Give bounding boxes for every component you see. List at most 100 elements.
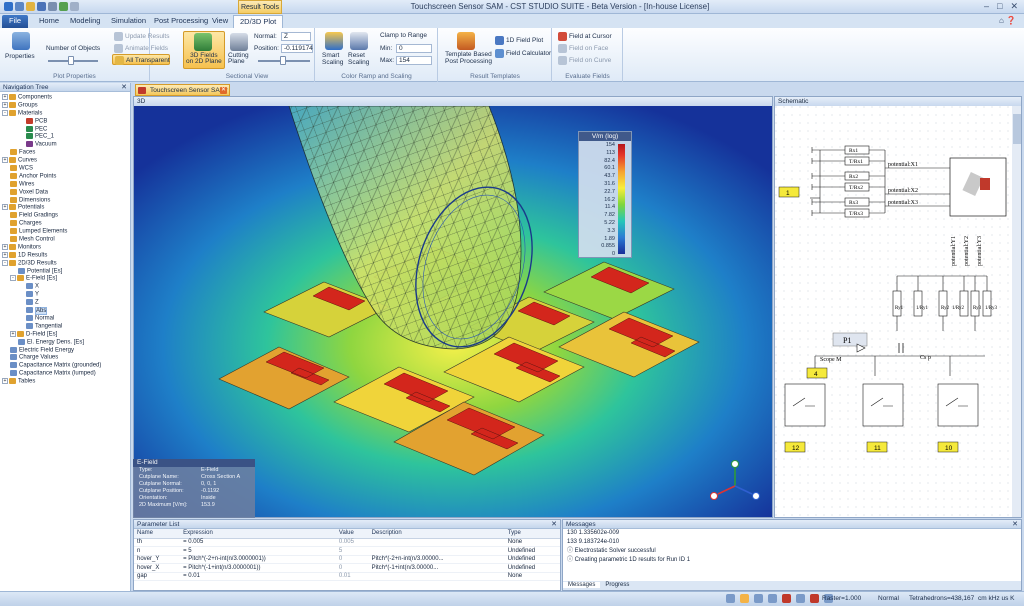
expand-icon[interactable]: + — [10, 330, 16, 337]
tab-messages[interactable]: Messages — [563, 582, 601, 588]
tree-item[interactable]: + Tables — [0, 378, 130, 386]
collapse-icon[interactable]: - — [2, 259, 8, 266]
minimize-icon[interactable]: – — [984, 1, 989, 12]
table-cell[interactable]: hover_X — [134, 563, 181, 573]
template-pp-icon[interactable] — [457, 32, 475, 50]
tree-item[interactable]: Wires — [0, 180, 130, 189]
schematic-view[interactable]: Schematic Rx1 T/Rx1 Rx2 T/Rx2 Rx3 T/Rx3 poten… — [774, 96, 1022, 518]
tree-item[interactable]: WCS — [0, 165, 130, 173]
restore-icon[interactable]: □ — [997, 1, 1002, 12]
tree-item[interactable]: Z — [0, 299, 130, 307]
tree-item[interactable]: Vacuum — [0, 141, 130, 149]
resistor-symbol[interactable] — [959, 290, 969, 317]
field-cursor-button[interactable]: Field at Cursor — [558, 32, 612, 41]
expand-icon[interactable]: + — [2, 94, 8, 100]
resistor-symbol[interactable] — [970, 290, 980, 317]
quick-access-toolbar[interactable] — [4, 2, 79, 11]
expand-icon[interactable]: + — [2, 251, 8, 258]
close-icon[interactable]: ✕ — [551, 520, 557, 529]
3d-view[interactable]: 3D — [133, 96, 773, 518]
tab-view[interactable]: View — [206, 15, 234, 28]
resistor-symbol[interactable] — [892, 290, 902, 317]
rotate-icon[interactable] — [754, 594, 763, 603]
schematic-canvas[interactable]: Rx1 T/Rx1 Rx2 T/Rx2 Rx3 T/Rx3 potential:X1 pot… — [775, 106, 1022, 518]
resistor-symbol[interactable] — [938, 290, 948, 317]
objects-slider[interactable] — [48, 56, 98, 65]
table-cell[interactable]: Pitch*(-2+n-int(n/3.00000... — [368, 555, 505, 564]
column-header[interactable]: Description — [368, 529, 505, 539]
redo-icon[interactable] — [70, 2, 79, 11]
tree-item[interactable]: + D-Field [Es] — [0, 330, 130, 339]
field-curve-button[interactable]: Field on Curve — [558, 56, 611, 65]
reset-view-icon[interactable] — [782, 594, 791, 603]
table-cell[interactable]: 0.01 — [335, 572, 369, 581]
tree-item[interactable]: Y — [0, 291, 130, 299]
close-icon[interactable]: ✕ — [1010, 1, 1018, 12]
tree-item[interactable]: PEC_1 — [0, 133, 130, 141]
grid-icon[interactable] — [796, 594, 805, 603]
clamp-range-label[interactable]: Clamp to Range — [380, 32, 427, 39]
tree-item[interactable]: - 2D/3D Results — [0, 259, 130, 268]
normal-select[interactable]: Z — [281, 32, 311, 41]
tree-item[interactable]: + Curves — [0, 157, 130, 165]
tab-post-processing[interactable]: Post Processing — [148, 15, 214, 28]
table-cell[interactable]: None — [504, 572, 560, 581]
field-1d-button[interactable]: 1D Field Plot — [495, 36, 543, 45]
tab-progress[interactable]: Progress — [600, 582, 634, 588]
close-icon[interactable]: ✕ — [121, 83, 127, 92]
tree-item[interactable]: Tangential — [0, 322, 130, 331]
resistor-symbol[interactable] — [982, 290, 992, 317]
min-input[interactable]: 0 — [396, 44, 432, 53]
slider-knob[interactable] — [68, 56, 74, 65]
collapse-icon[interactable]: - — [10, 275, 16, 282]
resistor-symbol[interactable] — [913, 290, 923, 317]
table-row[interactable]: th = 0.005 0.005 None — [134, 538, 560, 547]
tree-item[interactable]: X — [0, 283, 130, 291]
tab-modeling[interactable]: Modeling — [64, 15, 106, 28]
close-tab-icon[interactable]: ✕ — [220, 87, 227, 94]
table-row[interactable]: gap = 0.01 0.01 None — [134, 572, 560, 581]
tree-item[interactable]: Lumped Elements — [0, 228, 130, 236]
app-icon[interactable] — [4, 2, 13, 11]
tree-item[interactable]: Mesh Control — [0, 236, 130, 244]
document-tab[interactable]: Touchscreen Sensor SAM* ✕ — [135, 84, 230, 96]
table-cell[interactable]: Pitch*(-1+int(n/3.00000... — [368, 563, 505, 573]
table-cell[interactable]: Undefined — [504, 555, 560, 564]
tree-item[interactable]: Capacitance Matrix (grounded) — [0, 362, 130, 370]
table-cell[interactable]: None — [504, 538, 560, 547]
table-cell[interactable]: = Pitch*(-2+n-int(n/3.0000001)) — [180, 555, 336, 564]
tree-item[interactable]: Voxel Data — [0, 188, 130, 197]
field-face-button[interactable]: Field on Face — [558, 44, 608, 53]
tree-item[interactable]: Abs — [0, 306, 130, 315]
open-icon[interactable] — [26, 2, 35, 11]
table-cell[interactable] — [368, 546, 505, 556]
schematic-scrollbar[interactable] — [1012, 106, 1022, 518]
collapse-icon[interactable]: - — [2, 109, 8, 116]
column-header[interactable]: Expression — [180, 529, 336, 539]
expand-icon[interactable]: + — [2, 243, 8, 250]
table-cell[interactable]: 0 — [335, 563, 369, 573]
expand-icon[interactable]: + — [2, 378, 8, 385]
tree-item[interactable]: + Monitors — [0, 243, 130, 252]
table-cell[interactable]: = 5 — [180, 546, 336, 556]
tree-item[interactable]: Capacitance Matrix (lumped) — [0, 370, 130, 378]
tree-item[interactable]: PEC — [0, 125, 130, 134]
field-calculator-button[interactable]: Field Calculator — [495, 49, 551, 58]
tree-item[interactable]: Electric Field Energy — [0, 346, 130, 355]
position-input[interactable]: -0.119174 — [281, 44, 313, 53]
status-icons[interactable] — [726, 594, 835, 603]
smart-scaling-icon[interactable] — [325, 32, 343, 50]
table-cell[interactable]: gap — [134, 572, 181, 581]
table-body[interactable]: th = 0.005 0.005 None n = 5 5 Undefined hover_Y =… — [134, 538, 560, 581]
table-cell[interactable]: Undefined — [504, 546, 560, 556]
tree-item[interactable]: + Potentials — [0, 204, 130, 212]
close-icon[interactable]: ✕ — [1012, 520, 1018, 529]
new-icon[interactable] — [15, 2, 24, 11]
table-cell[interactable] — [368, 572, 505, 581]
zoom-icon[interactable] — [726, 594, 735, 603]
reset-scaling-label[interactable]: Reset Scaling — [348, 52, 369, 66]
table-cell[interactable]: 5 — [335, 546, 369, 556]
table-cell[interactable] — [368, 538, 505, 547]
tree-item[interactable]: + Components — [0, 94, 130, 102]
column-header[interactable]: Type — [504, 529, 560, 539]
